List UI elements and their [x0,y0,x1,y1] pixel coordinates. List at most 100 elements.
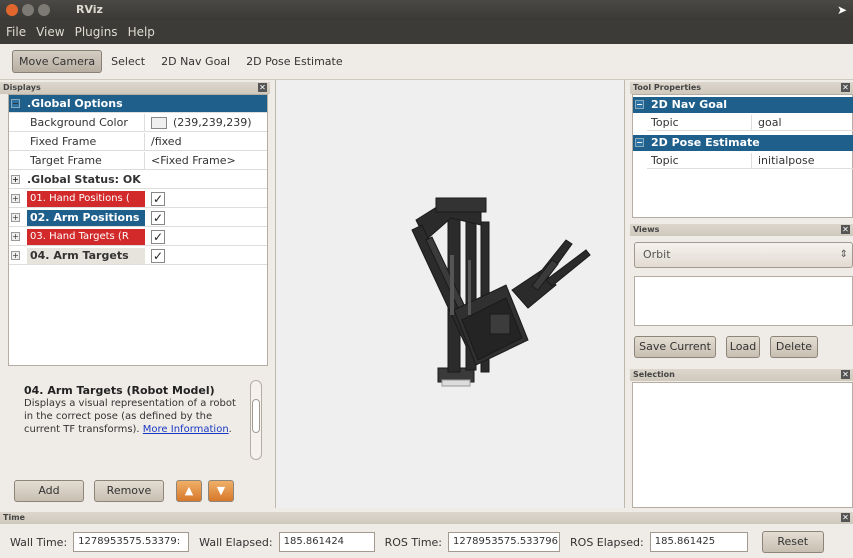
property-name: Target Frame [27,152,145,170]
background-color-value: (239,239,239) [173,116,252,129]
selection-title-text: Selection [633,370,675,379]
views-title-text: Views [633,225,660,234]
views-panel: Orbit ⇕ Save Current Load Delete [632,236,853,366]
expand-icon[interactable]: + [11,175,20,184]
tool-2d-nav-goal[interactable]: 2D Nav Goal [154,50,237,73]
tool-2d-pose-estimate[interactable]: 2D Pose Estimate [239,50,350,73]
display-enabled-checkbox[interactable]: ✓ [151,192,165,206]
selection-panel[interactable] [632,382,853,508]
displays-tree: − .Global Options Background Color (239,… [8,94,268,366]
wall-elapsed-field[interactable]: 185.861424 [278,532,375,552]
view-type-select[interactable]: Orbit ⇕ [634,242,853,268]
expand-icon[interactable]: + [11,232,20,241]
property-name: Background Color [27,114,145,132]
global-status-label: .Global Status: OK [27,173,141,186]
ros-time-field[interactable]: 1278953575.533796 [448,532,561,552]
property-nav-goal-topic[interactable]: Topic goal [647,115,853,131]
property-value[interactable]: initialpose [751,153,853,169]
color-swatch[interactable] [151,117,167,129]
property-name: Topic [651,154,679,167]
mouse-cursor-icon: ➤ [836,3,847,17]
display-item-arm-targets[interactable]: + 04. Arm Targets ✓ [9,247,267,265]
collapse-icon[interactable]: − [11,99,20,108]
property-fixed-frame[interactable]: Fixed Frame /fixed [9,133,267,151]
collapse-icon[interactable]: − [635,100,644,109]
window-title: RViz [76,3,103,16]
save-current-view-button[interactable]: Save Current [634,336,716,358]
display-item-hand-positions[interactable]: + 01. Hand Positions ( ✓ [9,190,267,208]
scrollbar-thumb[interactable] [252,399,260,433]
wall-elapsed-label: Wall Elapsed: [199,535,273,549]
global-options-row[interactable]: − .Global Options [9,95,267,113]
add-display-button[interactable]: Add [14,480,84,502]
load-view-button[interactable]: Load [726,336,760,358]
render-viewport[interactable] [275,80,625,508]
expand-icon[interactable]: + [11,251,20,260]
views-close-icon[interactable]: ✕ [841,225,850,234]
property-value[interactable]: goal [751,115,853,131]
menu-bar: File View Plugins Help [0,20,853,44]
description-period: . [228,424,232,435]
ros-elapsed-field[interactable]: 185.861425 [649,532,748,552]
property-value[interactable]: (239,239,239) [147,114,267,132]
view-type-value: Orbit [643,248,671,261]
menu-plugins[interactable]: Plugins [75,25,118,39]
global-status-row[interactable]: + .Global Status: OK [9,171,267,189]
views-panel-title: Views ✕ [630,224,853,236]
reset-time-button[interactable]: Reset [761,531,824,553]
tool-select[interactable]: Select [104,50,152,73]
expand-icon[interactable]: + [11,194,20,203]
maximize-window-button[interactable] [38,4,50,16]
close-window-button[interactable] [6,4,18,16]
display-item-arm-positions[interactable]: + 02. Arm Positions ✓ [9,209,267,227]
tool-properties-close-icon[interactable]: ✕ [841,83,850,92]
property-target-frame[interactable]: Target Frame <Fixed Frame> [9,152,267,170]
menu-file[interactable]: File [6,25,26,39]
selection-close-icon[interactable]: ✕ [841,370,850,379]
tool-move-camera[interactable]: Move Camera [12,50,103,73]
displays-panel-title: Displays ✕ [0,82,270,94]
ros-elapsed-label: ROS Elapsed: [570,535,644,549]
property-name: Topic [651,116,679,129]
description-title: 04. Arm Targets (Robot Model) [24,384,215,397]
displays-close-icon[interactable]: ✕ [258,83,267,92]
description-scrollbar[interactable] [250,380,262,460]
saved-views-list[interactable] [634,276,853,326]
property-value[interactable]: <Fixed Frame> [147,152,267,170]
property-background-color[interactable]: Background Color (239,239,239) [9,114,267,132]
more-information-link[interactable]: More Information [143,424,229,435]
selection-panel-title: Selection ✕ [630,369,853,381]
tool-properties-title-text: Tool Properties [633,83,702,92]
tool-properties-tree: − 2D Nav Goal Topic goal − 2D Pose Estim… [632,94,853,218]
tool-group-2d-pose-estimate[interactable]: − 2D Pose Estimate [633,135,853,151]
menu-help[interactable]: Help [128,25,155,39]
display-enabled-checkbox[interactable]: ✓ [151,230,165,244]
tool-properties-panel-title: Tool Properties ✕ [630,82,853,94]
delete-view-button[interactable]: Delete [770,336,818,358]
arrow-up-icon: ▲ [184,484,194,497]
window-titlebar: RViz ➤ [0,0,853,20]
property-pose-estimate-topic[interactable]: Topic initialpose [647,153,853,169]
arrow-down-icon: ▼ [216,484,226,497]
minimize-window-button[interactable] [22,4,34,16]
display-label-error: 03. Hand Targets (R [27,229,145,245]
expand-icon[interactable]: + [11,213,20,222]
display-label-selected: 04. Arm Targets [27,248,145,264]
tool-group-2d-nav-goal[interactable]: − 2D Nav Goal [633,97,853,113]
display-description: 04. Arm Targets (Robot Model) Displays a… [8,370,268,470]
display-item-hand-targets[interactable]: + 03. Hand Targets (R ✓ [9,228,267,246]
property-value[interactable]: /fixed [147,133,267,151]
display-enabled-checkbox[interactable]: ✓ [151,249,165,263]
move-down-button[interactable]: ▼ [208,480,234,502]
move-up-button[interactable]: ▲ [176,480,202,502]
tool-group-label: 2D Nav Goal [651,98,728,111]
time-close-icon[interactable]: ✕ [841,513,850,522]
description-body: Displays a visual representation of a ro… [24,397,246,436]
collapse-icon[interactable]: − [635,138,644,147]
wall-time-label: Wall Time: [10,535,68,549]
wall-time-field[interactable]: 1278953575.53379: [73,532,190,552]
remove-display-button[interactable]: Remove [94,480,164,502]
tool-group-label: 2D Pose Estimate [651,136,760,149]
display-enabled-checkbox[interactable]: ✓ [151,211,165,225]
menu-view[interactable]: View [36,25,64,39]
